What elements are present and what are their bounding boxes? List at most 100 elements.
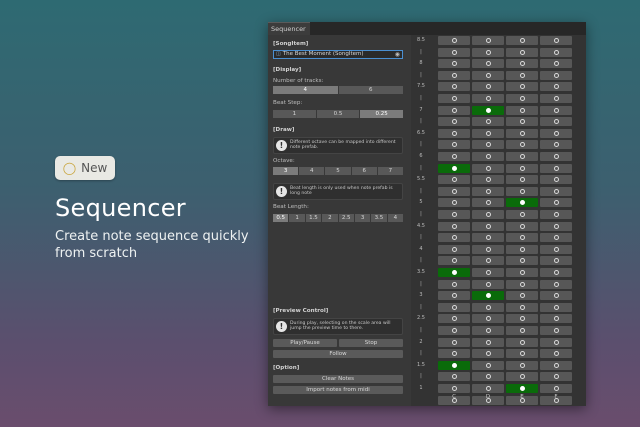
note-cell[interactable] (540, 47, 572, 57)
note-cell[interactable] (540, 233, 572, 243)
note-cell[interactable] (438, 70, 470, 80)
note-cell[interactable] (540, 244, 572, 254)
note-cell[interactable] (540, 372, 572, 382)
note-cell[interactable] (540, 94, 572, 103)
beat-scale-label[interactable]: 2 (411, 339, 431, 345)
beat-scale-label[interactable]: | (411, 141, 431, 147)
note-cell[interactable] (506, 152, 538, 161)
note-cell[interactable] (540, 186, 572, 196)
note-cell-active[interactable] (438, 360, 470, 370)
note-cell[interactable] (472, 94, 504, 103)
note-cell[interactable] (540, 70, 572, 80)
note-cell[interactable] (540, 82, 572, 92)
note-cell[interactable] (472, 198, 504, 208)
note-cell[interactable] (472, 360, 504, 370)
note-cell[interactable] (472, 256, 504, 266)
note-cell[interactable] (438, 302, 470, 312)
note-cell[interactable] (472, 59, 504, 69)
note-cell[interactable] (472, 117, 504, 127)
note-cell-active[interactable] (506, 198, 538, 208)
beat-scale-label[interactable]: 3.5 (411, 269, 431, 275)
note-cell[interactable] (540, 314, 572, 324)
octave-option[interactable]: 6 (351, 167, 377, 175)
beat-scale-label[interactable]: 7 (411, 107, 431, 113)
note-cell[interactable] (438, 94, 470, 103)
beat-scale-label[interactable]: 4 (411, 246, 431, 252)
note-cell[interactable] (506, 233, 538, 243)
note-cell[interactable] (540, 59, 572, 69)
tab-sequencer[interactable]: Sequencer (268, 22, 310, 35)
beat-scale-label[interactable]: 4.5 (411, 223, 431, 229)
note-cell[interactable] (506, 221, 538, 231)
note-cell[interactable] (472, 186, 504, 196)
note-cell[interactable] (472, 337, 504, 347)
note-cell[interactable] (438, 384, 470, 393)
note-cell[interactable] (472, 384, 504, 393)
note-cell[interactable] (438, 36, 470, 45)
note-cell[interactable] (506, 36, 538, 45)
note-cell[interactable] (506, 302, 538, 312)
beat-length-option[interactable]: 0.5 (273, 214, 289, 222)
beat-scale-label[interactable]: | (411, 49, 431, 55)
beat-scale-label[interactable]: | (411, 281, 431, 287)
note-cell[interactable] (438, 314, 470, 324)
beat-scale-label[interactable]: | (411, 165, 431, 171)
note-cell[interactable] (438, 152, 470, 161)
beat-scale-label[interactable]: 7.5 (411, 83, 431, 89)
beat-scale-label[interactable]: | (411, 257, 431, 263)
note-cell[interactable] (438, 326, 470, 335)
note-cell[interactable] (540, 140, 572, 150)
note-cell[interactable] (540, 302, 572, 312)
note-cell[interactable] (506, 291, 538, 301)
stop-button[interactable]: Stop (339, 339, 403, 347)
beat-scale-label[interactable]: | (411, 373, 431, 379)
note-cell[interactable] (506, 105, 538, 115)
beat-scale-label[interactable]: 5.5 (411, 176, 431, 182)
beat-length-option[interactable]: 2 (322, 214, 338, 222)
beat-length-option[interactable]: 1.5 (305, 214, 322, 222)
note-cell-active[interactable] (438, 163, 470, 173)
beat-step-selector[interactable]: 1 0.5 0.25 (273, 110, 404, 118)
note-cell[interactable] (540, 152, 572, 161)
note-cell[interactable] (472, 36, 504, 45)
note-cell[interactable] (438, 221, 470, 231)
beat-scale-label[interactable]: 8.5 (411, 37, 431, 43)
note-cell[interactable] (438, 233, 470, 243)
note-cell[interactable] (472, 302, 504, 312)
note-cell[interactable] (540, 128, 572, 138)
octave-option[interactable]: 5 (325, 167, 351, 175)
note-cell[interactable] (438, 175, 470, 185)
note-cell-active[interactable] (506, 384, 538, 393)
beat-scale-label[interactable]: | (411, 72, 431, 78)
import-midi-button[interactable]: Import notes from midi (273, 386, 403, 394)
note-cell[interactable] (438, 198, 470, 208)
note-cell[interactable] (506, 210, 538, 219)
note-cell[interactable] (540, 279, 572, 289)
note-cell[interactable] (438, 186, 470, 196)
beat-length-option[interactable]: 1 (289, 214, 305, 222)
beat-scale-label[interactable]: | (411, 188, 431, 194)
beat-scale-label[interactable]: 1.5 (411, 362, 431, 368)
note-cell[interactable] (438, 82, 470, 92)
note-cell[interactable] (540, 117, 572, 127)
note-cell[interactable] (506, 163, 538, 173)
note-cell[interactable] (438, 210, 470, 219)
note-cell-active[interactable] (472, 105, 504, 115)
note-cell[interactable] (540, 210, 572, 219)
beat-scale-label[interactable]: | (411, 234, 431, 240)
beat-scale-label[interactable]: 2.5 (411, 315, 431, 321)
note-cell[interactable] (438, 128, 470, 138)
beat-length-option[interactable]: 3 (354, 214, 371, 222)
note-cell[interactable] (506, 175, 538, 185)
note-cell[interactable] (506, 47, 538, 57)
object-picker-icon[interactable]: ◉ (395, 51, 400, 58)
note-cell[interactable] (472, 82, 504, 92)
note-cell[interactable] (472, 47, 504, 57)
note-cell[interactable] (472, 349, 504, 359)
beat-scale-label[interactable]: | (411, 211, 431, 217)
note-cell[interactable] (472, 163, 504, 173)
note-cell[interactable] (506, 326, 538, 335)
note-cell[interactable] (540, 268, 572, 277)
note-cell[interactable] (506, 268, 538, 277)
beat-scale-label[interactable]: | (411, 118, 431, 124)
